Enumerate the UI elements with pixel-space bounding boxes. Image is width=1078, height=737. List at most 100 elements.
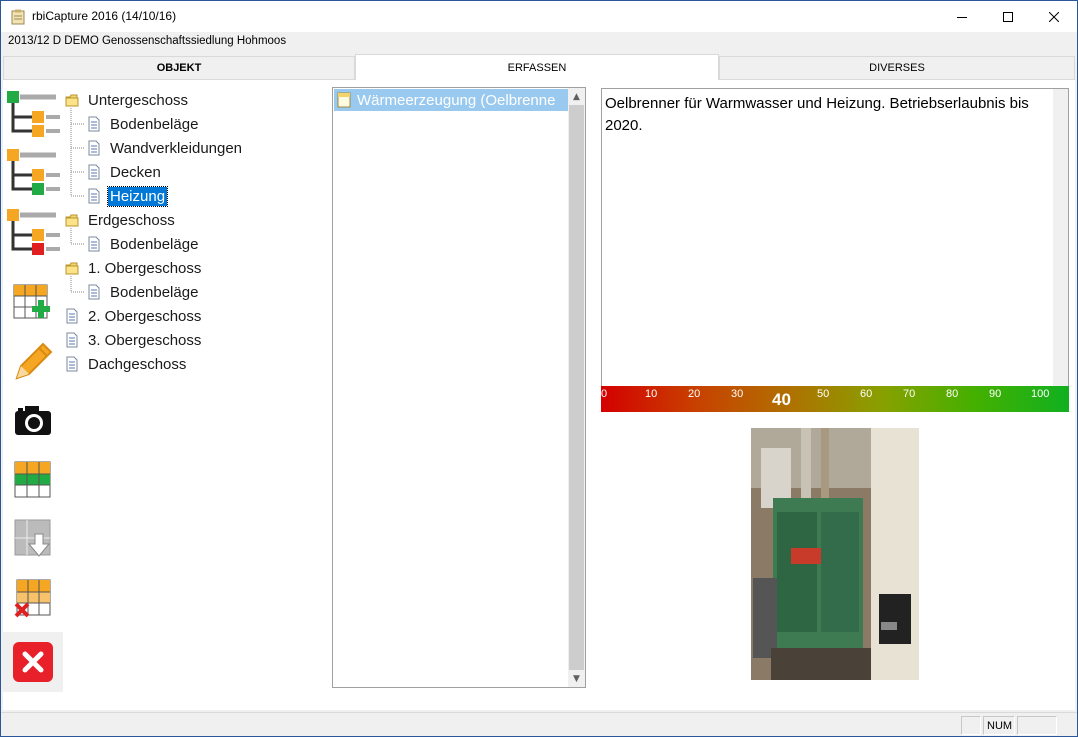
add-green-node-button[interactable] (3, 84, 63, 140)
description-textarea[interactable]: Oelbrenner für Warmwasser und Heizung. B… (601, 88, 1069, 388)
entry-list[interactable]: Wärmeerzeugung (Oelbrenne ▲ ▼ (332, 87, 586, 688)
tree-node-label: Bodenbeläge (110, 283, 199, 301)
window-title: rbiCapture 2016 (14/10/16) (32, 9, 177, 23)
list-scrollbar[interactable]: ▲ ▼ (568, 88, 585, 687)
table-import-icon (14, 519, 51, 557)
tree-node-label: 3. Obergeschoss (88, 331, 202, 349)
document-icon (88, 188, 100, 204)
folder-icon (65, 94, 79, 107)
table-delete-icon (14, 579, 51, 618)
tree-node-label: Untergeschoss (88, 91, 189, 109)
tree-node[interactable]: Wandverkleidungen (87, 137, 244, 159)
table-row-button[interactable] (3, 452, 63, 508)
tree-node[interactable]: Decken (87, 161, 163, 183)
status-cell-empty-2 (1017, 716, 1057, 735)
document-icon (88, 116, 100, 132)
app-window: rbiCapture 2016 (14/10/16) 2013/12 D DEM… (0, 0, 1078, 737)
tree-node-label: 2. Obergeschoss (88, 307, 202, 325)
scale-tick: 60 (860, 388, 873, 400)
object-tree: Untergeschoss Bodenbeläge Wandverkleidunge… (63, 88, 331, 378)
tree-node[interactable]: 1. Obergeschoss (65, 257, 203, 279)
tab-diverses[interactable]: DIVERSES (719, 56, 1075, 80)
condition-scale[interactable]: 0 10 20 30 40 50 60 70 80 90 100 (601, 386, 1069, 412)
scale-tick: 70 (903, 388, 916, 400)
close-window-button[interactable] (1031, 1, 1077, 32)
scale-tick: 80 (946, 388, 959, 400)
tree-node-label: 1. Obergeschoss (88, 259, 202, 277)
scale-tick: 90 (989, 388, 1002, 400)
tab-erfassen[interactable]: ERFASSEN (355, 54, 719, 80)
tree-node[interactable]: 2. Obergeschoss (65, 305, 203, 327)
description-scrollbar[interactable] (1053, 89, 1068, 387)
tab-bar: OBJEKT ERFASSEN DIVERSES (3, 54, 1075, 80)
remove-node-button[interactable] (3, 202, 63, 258)
scroll-thumb[interactable] (569, 105, 584, 670)
tab-objekt[interactable]: OBJEKT (3, 56, 355, 80)
maximize-button[interactable] (985, 1, 1031, 32)
edit-button[interactable] (3, 332, 63, 388)
tree-node[interactable]: Bodenbeläge (87, 281, 200, 303)
tree-node-label: Erdgeschoss (88, 211, 175, 229)
camera-button[interactable] (3, 392, 63, 448)
camera-icon (15, 406, 51, 435)
project-title: 2013/12 D DEMO Genossenschaftssiedlung H… (8, 35, 287, 47)
scale-tick: 30 (731, 388, 744, 400)
scale-tick: 100 (1031, 388, 1050, 400)
num-lock-indicator: NUM (983, 716, 1015, 735)
scale-tick: 0 (601, 388, 608, 400)
scale-tick: 20 (688, 388, 701, 400)
app-icon (11, 9, 25, 25)
tree-node-label: Wandverkleidungen (110, 139, 243, 157)
description-text: Oelbrenner für Warmwasser und Heizung. B… (605, 95, 1029, 134)
pencil-icon (15, 342, 53, 380)
table-row-icon (14, 461, 51, 498)
add-orange-node-button[interactable] (3, 142, 63, 198)
list-item-selected[interactable]: Wärmeerzeugung (Oelbrenne (334, 89, 568, 111)
list-item-label: Wärmeerzeugung (Oelbrenne (357, 91, 556, 109)
tree-node-label: Dachgeschoss (88, 355, 187, 373)
document-icon (88, 164, 100, 180)
add-table-button[interactable] (3, 274, 63, 330)
scale-tick: 50 (817, 388, 830, 400)
folder-icon (65, 214, 79, 227)
scroll-down-icon[interactable]: ▼ (568, 670, 585, 687)
delete-table-button[interactable] (3, 570, 63, 626)
note-icon (337, 92, 351, 108)
document-icon (88, 284, 100, 300)
tree-node[interactable]: Bodenbeläge (87, 113, 200, 135)
tree-node[interactable]: Bodenbeläge (87, 233, 200, 255)
tree-node[interactable]: Untergeschoss (65, 89, 190, 111)
scroll-up-icon[interactable]: ▲ (568, 88, 585, 105)
tree-remove-icon (7, 209, 60, 255)
import-button[interactable] (3, 510, 63, 566)
maximize-icon (1003, 11, 1013, 22)
minimize-button[interactable] (939, 1, 985, 32)
tree-add-orange-icon (7, 149, 60, 195)
tree-node-label: Bodenbeläge (110, 115, 199, 133)
minimize-icon (957, 16, 967, 18)
tree-node-label: Decken (110, 163, 161, 181)
close-button[interactable] (3, 632, 63, 692)
tree-node[interactable]: Heizung (87, 185, 169, 207)
document-icon (88, 140, 100, 156)
tree-node-label: Heizung (106, 185, 169, 207)
document-icon (66, 356, 78, 372)
component-photo[interactable] (751, 428, 919, 680)
boiler-photo (751, 428, 919, 680)
close-window-icon (1049, 11, 1059, 22)
document-icon (66, 332, 78, 348)
main-content: Untergeschoss Bodenbeläge Wandverkleidunge… (3, 80, 1075, 710)
tree-node[interactable]: 3. Obergeschoss (65, 329, 203, 351)
tree-add-green-icon (7, 91, 60, 137)
scale-tick: 10 (645, 388, 658, 400)
document-icon (88, 236, 100, 252)
status-cell-empty (961, 716, 981, 735)
tree-node-label: Bodenbeläge (110, 235, 199, 253)
table-add-icon (13, 284, 50, 319)
title-bar: rbiCapture 2016 (14/10/16) (1, 1, 1077, 32)
scale-value: 40 (772, 390, 791, 409)
close-icon (13, 642, 53, 682)
tree-node[interactable]: Erdgeschoss (65, 209, 177, 231)
tree-node[interactable]: Dachgeschoss (65, 353, 188, 375)
document-icon (66, 308, 78, 324)
